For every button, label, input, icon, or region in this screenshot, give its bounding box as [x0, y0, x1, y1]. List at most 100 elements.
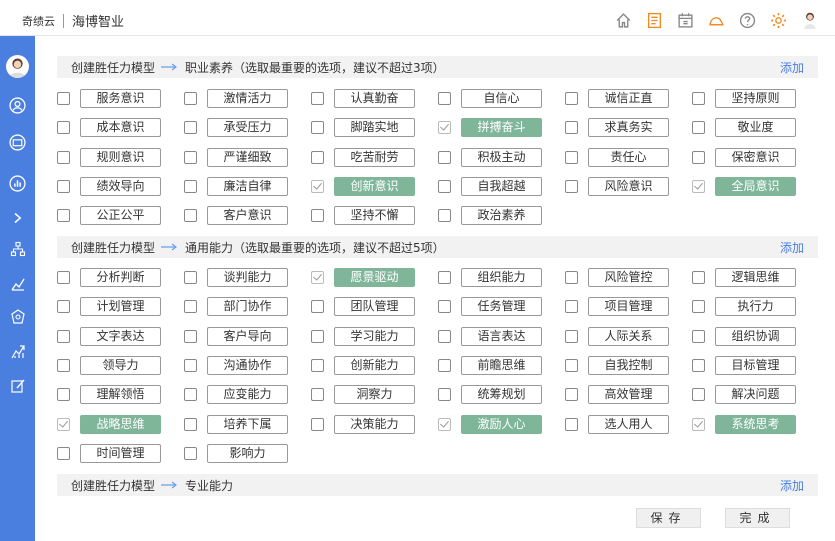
option-checkbox[interactable] [438, 271, 451, 284]
option-label[interactable]: 语言表达 [461, 326, 542, 346]
option-label[interactable]: 谈判能力 [207, 268, 288, 287]
option-checkbox[interactable] [565, 271, 578, 284]
option-label[interactable]: 理解领悟 [80, 385, 161, 405]
option-label[interactable]: 责任心 [588, 147, 669, 167]
sidebar-avatar[interactable] [6, 55, 29, 78]
option-label[interactable]: 政治素养 [461, 206, 542, 226]
add-button[interactable]: 添加 [780, 477, 804, 494]
option-checkbox[interactable] [311, 417, 324, 431]
option-label[interactable]: 团队管理 [334, 297, 415, 317]
option-checkbox[interactable] [565, 150, 578, 164]
save-button[interactable]: 保存 [636, 508, 701, 528]
option-checkbox[interactable] [692, 150, 705, 164]
option-label[interactable]: 文字表达 [80, 326, 161, 346]
badge-icon[interactable] [8, 307, 27, 326]
option-checkbox[interactable] [184, 358, 197, 372]
option-label[interactable]: 绩效导向 [80, 176, 161, 196]
option-checkbox[interactable] [565, 417, 578, 431]
option-label[interactable]: 选人用人 [588, 414, 669, 434]
option-checkbox[interactable] [438, 300, 451, 314]
option-checkbox[interactable] [692, 121, 705, 135]
option-checkbox[interactable] [565, 121, 578, 135]
option-label[interactable]: 战略思维 [80, 414, 161, 434]
option-label[interactable]: 创新意识 [334, 176, 415, 196]
option-checkbox[interactable] [438, 388, 451, 402]
option-checkbox[interactable] [438, 209, 451, 223]
option-label[interactable]: 洞察力 [334, 385, 415, 405]
option-label[interactable]: 部门协作 [207, 297, 288, 317]
add-button[interactable]: 添加 [780, 239, 804, 256]
option-checkbox[interactable] [438, 92, 451, 105]
option-checkbox[interactable] [184, 300, 197, 314]
option-label[interactable]: 时间管理 [80, 443, 161, 463]
option-label[interactable]: 诚信正直 [588, 89, 669, 108]
option-checkbox[interactable] [184, 446, 197, 460]
option-checkbox[interactable] [57, 358, 70, 372]
option-checkbox[interactable] [184, 329, 197, 343]
option-checkbox[interactable] [692, 300, 705, 314]
option-label[interactable]: 全局意识 [715, 176, 796, 196]
option-checkbox[interactable] [57, 446, 70, 460]
option-checkbox[interactable] [692, 271, 705, 284]
trend-icon[interactable] [8, 274, 27, 293]
edit-icon[interactable] [8, 376, 27, 395]
expand-icon[interactable] [8, 208, 27, 227]
option-checkbox[interactable] [57, 388, 70, 402]
option-checkbox[interactable] [565, 92, 578, 105]
option-label[interactable]: 吃苦耐劳 [334, 147, 415, 167]
option-label[interactable]: 保密意识 [715, 147, 796, 167]
option-label[interactable]: 自我超越 [461, 176, 542, 196]
help-icon[interactable] [739, 12, 756, 29]
add-button[interactable]: 添加 [780, 59, 804, 76]
org-icon[interactable] [8, 239, 27, 258]
option-label[interactable]: 自信心 [461, 89, 542, 108]
option-label[interactable]: 服务意识 [80, 89, 161, 108]
option-checkbox[interactable] [311, 388, 324, 402]
option-checkbox[interactable] [57, 271, 70, 284]
option-label[interactable]: 组织能力 [461, 268, 542, 287]
settings-icon[interactable] [770, 12, 787, 29]
option-checkbox[interactable] [57, 121, 70, 135]
option-label[interactable]: 人际关系 [588, 326, 669, 346]
option-label[interactable]: 敬业度 [715, 118, 796, 138]
option-label[interactable]: 拼搏奋斗 [461, 118, 542, 138]
option-checkbox[interactable] [184, 209, 197, 223]
option-checkbox[interactable] [184, 92, 197, 105]
option-label[interactable]: 应变能力 [207, 385, 288, 405]
option-checkbox[interactable] [311, 150, 324, 164]
option-checkbox[interactable] [692, 92, 705, 105]
option-checkbox[interactable] [438, 329, 451, 343]
calendar-icon[interactable] [677, 12, 694, 29]
option-checkbox[interactable] [57, 150, 70, 164]
cloud-icon[interactable] [708, 12, 725, 29]
option-label[interactable]: 沟通协作 [207, 355, 288, 375]
option-label[interactable]: 执行力 [715, 297, 796, 317]
option-label[interactable]: 脚踏实地 [334, 118, 415, 138]
option-label[interactable]: 承受压力 [207, 118, 288, 138]
option-checkbox[interactable] [311, 121, 324, 135]
user-avatar[interactable] [801, 10, 819, 30]
finish-button[interactable]: 完成 [725, 508, 790, 528]
option-checkbox[interactable] [692, 388, 705, 402]
option-label[interactable]: 坚持不懈 [334, 206, 415, 226]
option-checkbox[interactable] [57, 209, 70, 223]
option-label[interactable]: 激情活力 [207, 89, 288, 108]
option-checkbox[interactable] [692, 358, 705, 372]
option-checkbox[interactable] [57, 179, 70, 193]
option-checkbox[interactable] [184, 417, 197, 431]
option-label[interactable]: 解决问题 [715, 385, 796, 405]
home-icon[interactable] [615, 12, 632, 29]
option-checkbox[interactable] [438, 150, 451, 164]
option-checkbox[interactable] [184, 271, 197, 284]
growth-icon[interactable] [8, 342, 27, 361]
option-checkbox[interactable] [311, 300, 324, 314]
option-checkbox[interactable] [311, 329, 324, 343]
option-label[interactable]: 求真务实 [588, 118, 669, 138]
option-label[interactable]: 分析判断 [80, 268, 161, 287]
option-label[interactable]: 风险管控 [588, 268, 669, 287]
option-label[interactable]: 目标管理 [715, 355, 796, 375]
option-checkbox[interactable] [565, 329, 578, 343]
option-checkbox[interactable] [692, 329, 705, 343]
option-label[interactable]: 愿景驱动 [334, 268, 415, 287]
option-checkbox[interactable] [438, 417, 451, 431]
